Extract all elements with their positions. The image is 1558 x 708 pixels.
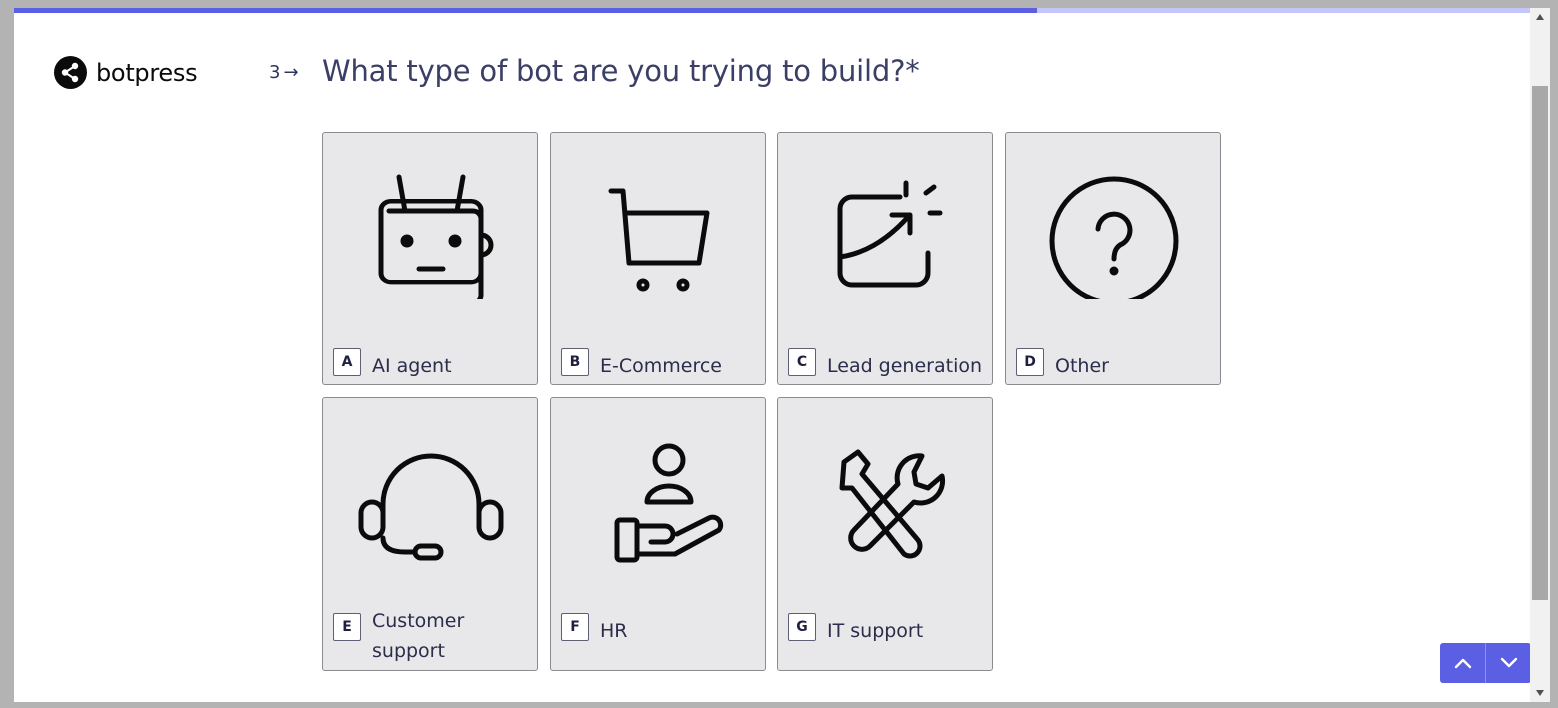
previous-question-button[interactable] [1440,643,1485,683]
option-it-support[interactable]: G IT support [777,397,993,671]
hand-person-icon [591,428,727,564]
question-number-value: 3 [269,62,281,83]
progress-bar [14,8,1530,13]
question-title: What type of bot are you trying to build… [322,54,920,88]
option-hr[interactable]: F HR [550,397,766,671]
brand-logo: botpress [54,56,198,89]
form-page: botpress 3 → What type of bot are you tr… [14,8,1530,702]
option-label: AI agent [372,355,452,377]
option-key: B [561,348,589,376]
option-key: G [788,613,816,641]
scroll-up-arrow-icon[interactable] [1532,10,1548,24]
option-other[interactable]: D Other [1005,132,1221,385]
growth-chart-icon [818,163,954,299]
option-ai-agent[interactable]: A AI agent [322,132,538,385]
scrollbar-thumb[interactable] [1532,86,1548,600]
option-key: D [1016,348,1044,376]
question-nav [1440,643,1530,683]
chevron-up-icon [1454,658,1471,669]
option-label: Other [1055,355,1109,377]
option-label: IT support [827,620,924,642]
option-lead-generation[interactable]: C Lead generation [777,132,993,385]
option-key: C [788,348,816,376]
option-key: E [333,613,361,641]
botpress-logo-icon [54,56,87,89]
option-label: HR [600,620,628,642]
option-label: Customer support [372,610,465,662]
arrow-right-icon: → [283,62,299,83]
option-label: Lead generation [827,355,983,377]
question-mark-icon [1046,163,1182,306]
chevron-down-icon [1500,657,1517,668]
option-key: F [561,613,589,641]
next-question-button[interactable] [1485,643,1530,683]
question-number: 3 → [269,62,299,83]
cart-icon [591,163,727,299]
option-key: A [333,348,361,376]
scroll-down-arrow-icon[interactable] [1532,686,1548,700]
headset-icon [355,434,507,570]
brand-name: botpress [96,58,198,87]
option-e-commerce[interactable]: B E-Commerce [550,132,766,385]
progress-bar-fill [14,8,1038,13]
robot-icon [363,163,499,306]
tools-icon [818,428,954,564]
option-customer-support[interactable]: E Customer support [322,397,538,671]
option-label: E-Commerce [600,355,722,377]
